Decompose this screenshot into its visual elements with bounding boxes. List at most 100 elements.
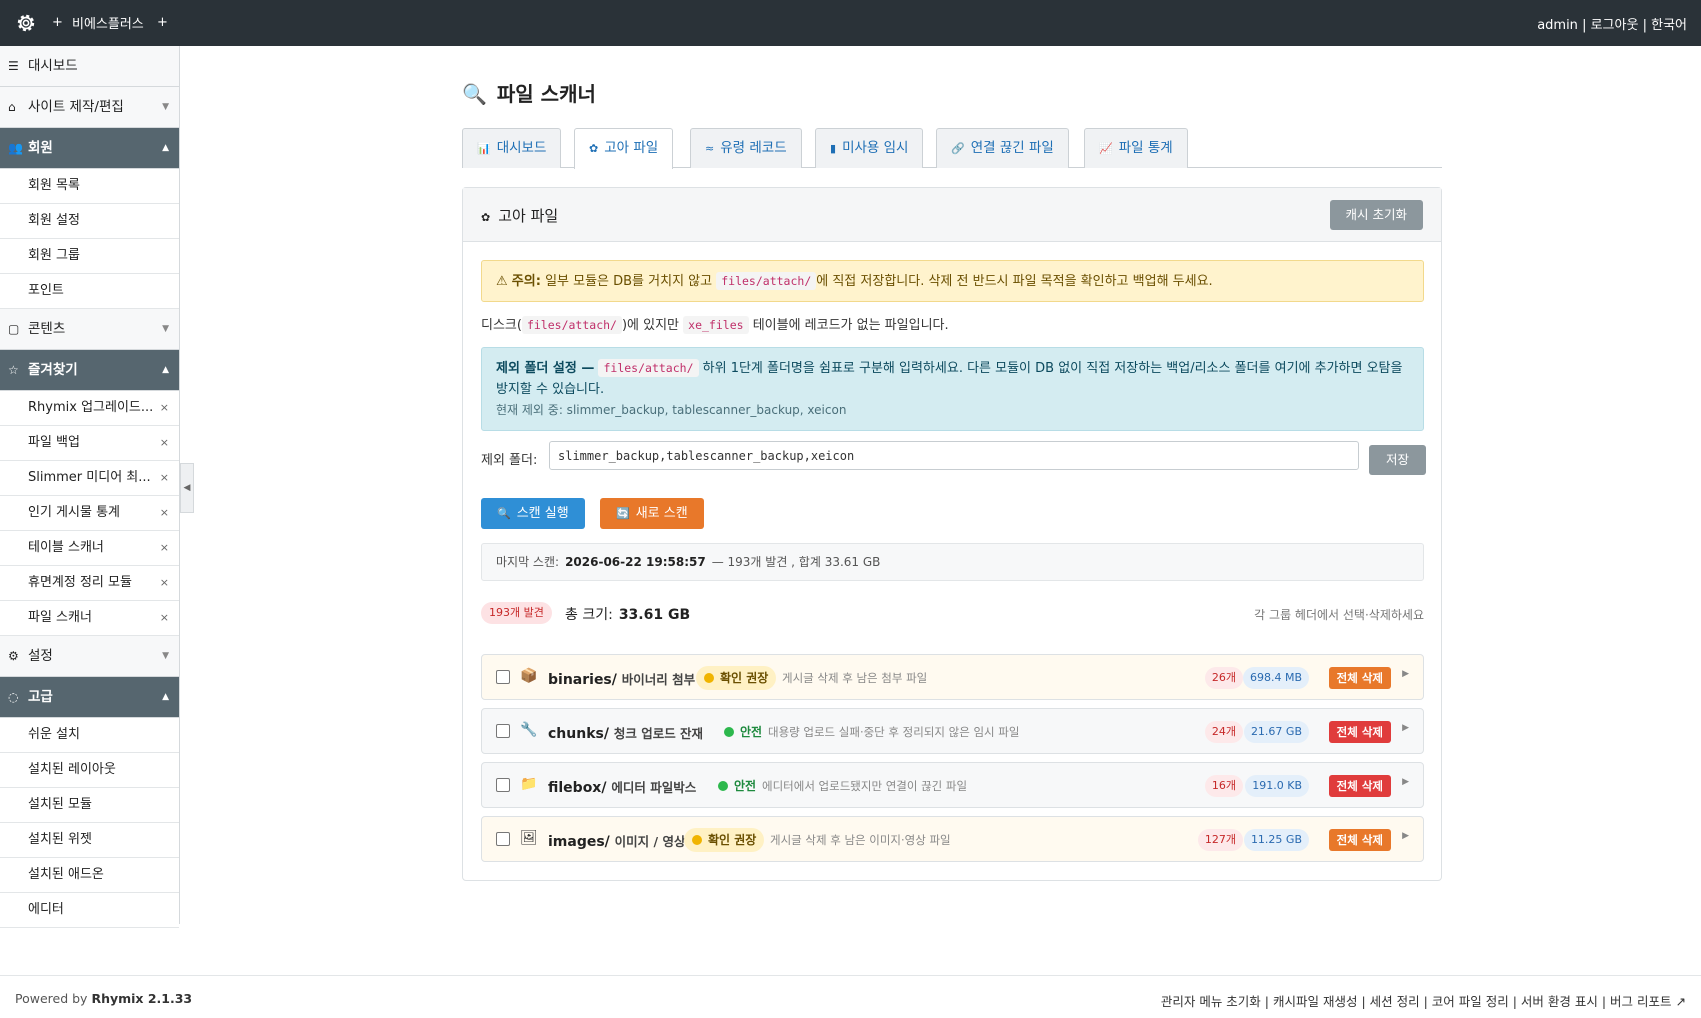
users-icon: 👥 (8, 141, 23, 155)
delete-all-button[interactable]: 전체 삭제 (1328, 829, 1391, 851)
remove-favorite-icon[interactable]: × (160, 566, 169, 600)
tab-dashboard[interactable]: 📊 대시보드 (462, 128, 562, 168)
remove-favorite-icon[interactable]: × (160, 461, 169, 495)
menu-icon: ☰ (8, 59, 19, 73)
lightbulb-icon: ◌ (8, 690, 19, 704)
remove-favorite-icon[interactable]: × (160, 426, 169, 460)
remove-favorite-icon[interactable]: × (160, 391, 169, 425)
group-note: 게시글 삭제 후 남은 첨부 파일 (782, 671, 928, 685)
sidebar-item-favorite[interactable]: 파일 백업 × (0, 426, 179, 461)
tab-ghost-records[interactable]: ≈ 유령 레코드 (690, 128, 802, 168)
file-group-row: 📁 filebox/ 에디터 파일박스 안전 에디터에서 업로드됐지만 연결이 … (481, 762, 1424, 808)
wrench-icon: 🔧 (520, 722, 538, 738)
exclude-folder-row: 제외 폴더: 저장 (481, 441, 1426, 475)
sidebar-item-member-settings[interactable]: 회원 설정 (0, 204, 179, 239)
delete-all-button[interactable]: 전체 삭제 (1328, 667, 1391, 689)
sidebar-item-favorite[interactable]: Rhymix 업그레이드... × (0, 391, 179, 426)
sidebar-item-modules[interactable]: 설치된 모듈 (0, 788, 179, 823)
link-icon: 🔗 (951, 142, 965, 155)
remove-favorite-icon[interactable]: × (160, 531, 169, 565)
group-checkbox[interactable] (496, 670, 510, 684)
sidebar-item-favorite[interactable]: 파일 스캐너 × (0, 601, 179, 636)
footer-link-server-env[interactable]: 서버 환경 표시 (1521, 994, 1598, 1009)
footer-link-regen-cache[interactable]: 캐시파일 재생성 (1273, 994, 1357, 1009)
scan-button[interactable]: 🔍 스캔 실행 (481, 498, 585, 529)
sidebar-item-dashboard[interactable]: ☰ 대시보드 (0, 46, 179, 87)
sidebar-item-member-groups[interactable]: 회원 그룹 (0, 239, 179, 274)
sidebar-item-favorite[interactable]: Slimmer 미디어 최... × (0, 461, 179, 496)
user-link[interactable]: admin (1537, 18, 1578, 33)
user-menu: admin | 로그아웃 | 한국어 (1537, 18, 1687, 33)
warning-icon: ⚠ (496, 274, 508, 289)
sidebar-item-editor[interactable]: 에디터 (0, 893, 179, 928)
magnifier-icon: 🔍 (462, 82, 487, 106)
sidebar-collapse-handle[interactable]: ◀ (180, 463, 194, 513)
group-checkbox[interactable] (496, 724, 510, 738)
size-badge: 191.0 KB (1245, 775, 1309, 797)
sidebar-section-site-edit[interactable]: ⌂ 사이트 제작/편집 ▼ (0, 87, 179, 128)
group-name: filebox/ 에디터 파일박스 (548, 780, 697, 796)
chevron-up-icon: ▲ (162, 143, 169, 153)
tab-file-stats[interactable]: 📈 파일 통계 (1084, 128, 1188, 168)
group-name: binaries/ 바이너리 첨부 (548, 672, 696, 688)
exclude-info-box: 제외 폴더 설정 — files/attach/ 하위 1단계 폴더명을 쉼표로… (481, 347, 1424, 431)
delete-all-button[interactable]: 전체 삭제 (1328, 721, 1391, 743)
top-bar: + 비에스플러스 + admin | 로그아웃 | 한국어 (0, 0, 1701, 46)
remove-favorite-icon[interactable]: × (160, 496, 169, 530)
tab-orphan-files[interactable]: ✿ 고아 파일 (574, 128, 674, 169)
sidebar-section-advanced[interactable]: ◌ 고급 ▲ (0, 677, 179, 718)
sidebar-section-favorites[interactable]: ☆ 즐겨찾기 ▲ (0, 350, 179, 391)
footer-link-clear-session[interactable]: 세션 정리 (1370, 994, 1420, 1009)
sidebar-item-easy-install[interactable]: 쉬운 설치 (0, 718, 179, 753)
sidebar-section-contents[interactable]: ▢ 콘텐츠 ▼ (0, 309, 179, 350)
expand-arrow-icon[interactable]: ▶ (1402, 669, 1409, 679)
tab-unused-temp[interactable]: ▮ 미사용 임시 (815, 128, 924, 168)
page-title: 🔍 파일 스캐너 (462, 82, 596, 106)
tab-broken-links[interactable]: 🔗 연결 끊긴 파일 (936, 128, 1069, 168)
sidebar-item-addons[interactable]: 설치된 애드온 (0, 858, 179, 893)
summary-row: 193개 발견 총 크기: 33.61 GB 각 그룹 헤더에서 선택·삭제하세요 (481, 602, 1424, 626)
add-icon[interactable]: + (52, 15, 63, 30)
footer-link-bug-report[interactable]: 버그 리포트 (1610, 994, 1671, 1009)
gear-icon[interactable] (14, 11, 38, 35)
remove-favorite-icon[interactable]: × (160, 601, 169, 635)
search-icon: 🔍 (497, 507, 511, 520)
stats-icon: 📈 (1099, 142, 1113, 155)
sidebar-section-member[interactable]: 👥 회원 ▲ (0, 128, 179, 169)
sidebar-item-favorite[interactable]: 테이블 스캐너 × (0, 531, 179, 566)
orphan-files-panel: ✿ 고아 파일 캐시 초기화 ⚠ 주의: 일부 모듈은 DB를 거치지 않고 fi… (462, 187, 1442, 881)
reset-cache-button[interactable]: 캐시 초기화 (1329, 200, 1423, 230)
language-link[interactable]: 한국어 (1651, 18, 1687, 33)
sidebar-item-member-list[interactable]: 회원 목록 (0, 169, 179, 204)
chart-icon: 📊 (477, 142, 491, 155)
chevron-down-icon: ▼ (162, 651, 169, 661)
sidebar-item-favorite[interactable]: 휴면계정 정리 모듈 × (0, 566, 179, 601)
found-count-badge: 193개 발견 (481, 602, 552, 624)
sidebar-item-layouts[interactable]: 설치된 레이아웃 (0, 753, 179, 788)
ghost-icon: ≈ (705, 142, 715, 155)
sidebar-item-points[interactable]: 포인트 (0, 274, 179, 309)
group-checkbox[interactable] (496, 778, 510, 792)
rescan-button[interactable]: 🔄 새로 스캔 (600, 498, 704, 529)
save-button[interactable]: 저장 (1369, 445, 1426, 475)
sidebar-item-favorite[interactable]: 인기 게시물 통계 × (0, 496, 179, 531)
delete-all-button[interactable]: 전체 삭제 (1328, 775, 1391, 797)
sidebar-section-settings[interactable]: ⚙ 설정 ▼ (0, 636, 179, 677)
group-note: 대용량 업로드 실패·중단 후 정리되지 않은 임시 파일 (768, 725, 1020, 739)
sidebar: ☰ 대시보드 ⌂ 사이트 제작/편집 ▼ 👥 회원 ▲ 회원 목록 회원 설정 회원 그룹… (0, 46, 180, 928)
expand-arrow-icon[interactable]: ▶ (1402, 831, 1409, 841)
footer-link-clean-core[interactable]: 코어 파일 정리 (1432, 994, 1509, 1009)
exclude-folder-input[interactable] (549, 441, 1359, 470)
chevron-up-icon: ▲ (162, 365, 169, 375)
group-checkbox[interactable] (496, 832, 510, 846)
expand-arrow-icon[interactable]: ▶ (1402, 723, 1409, 733)
expand-arrow-icon[interactable]: ▶ (1402, 777, 1409, 787)
site-name-link[interactable]: 비에스플러스 (72, 13, 144, 32)
status-dot-icon (692, 835, 702, 845)
add-site-icon[interactable]: + (157, 15, 168, 30)
logout-link[interactable]: 로그아웃 (1591, 18, 1639, 33)
size-badge: 698.4 MB (1242, 667, 1309, 689)
file-group-row: 🔧 chunks/ 청크 업로드 잔재 안전 대용량 업로드 실패·중단 후 정… (481, 708, 1424, 754)
footer-link-reset-menu[interactable]: 관리자 메뉴 초기화 (1161, 994, 1261, 1009)
sidebar-item-widgets[interactable]: 설치된 위젯 (0, 823, 179, 858)
